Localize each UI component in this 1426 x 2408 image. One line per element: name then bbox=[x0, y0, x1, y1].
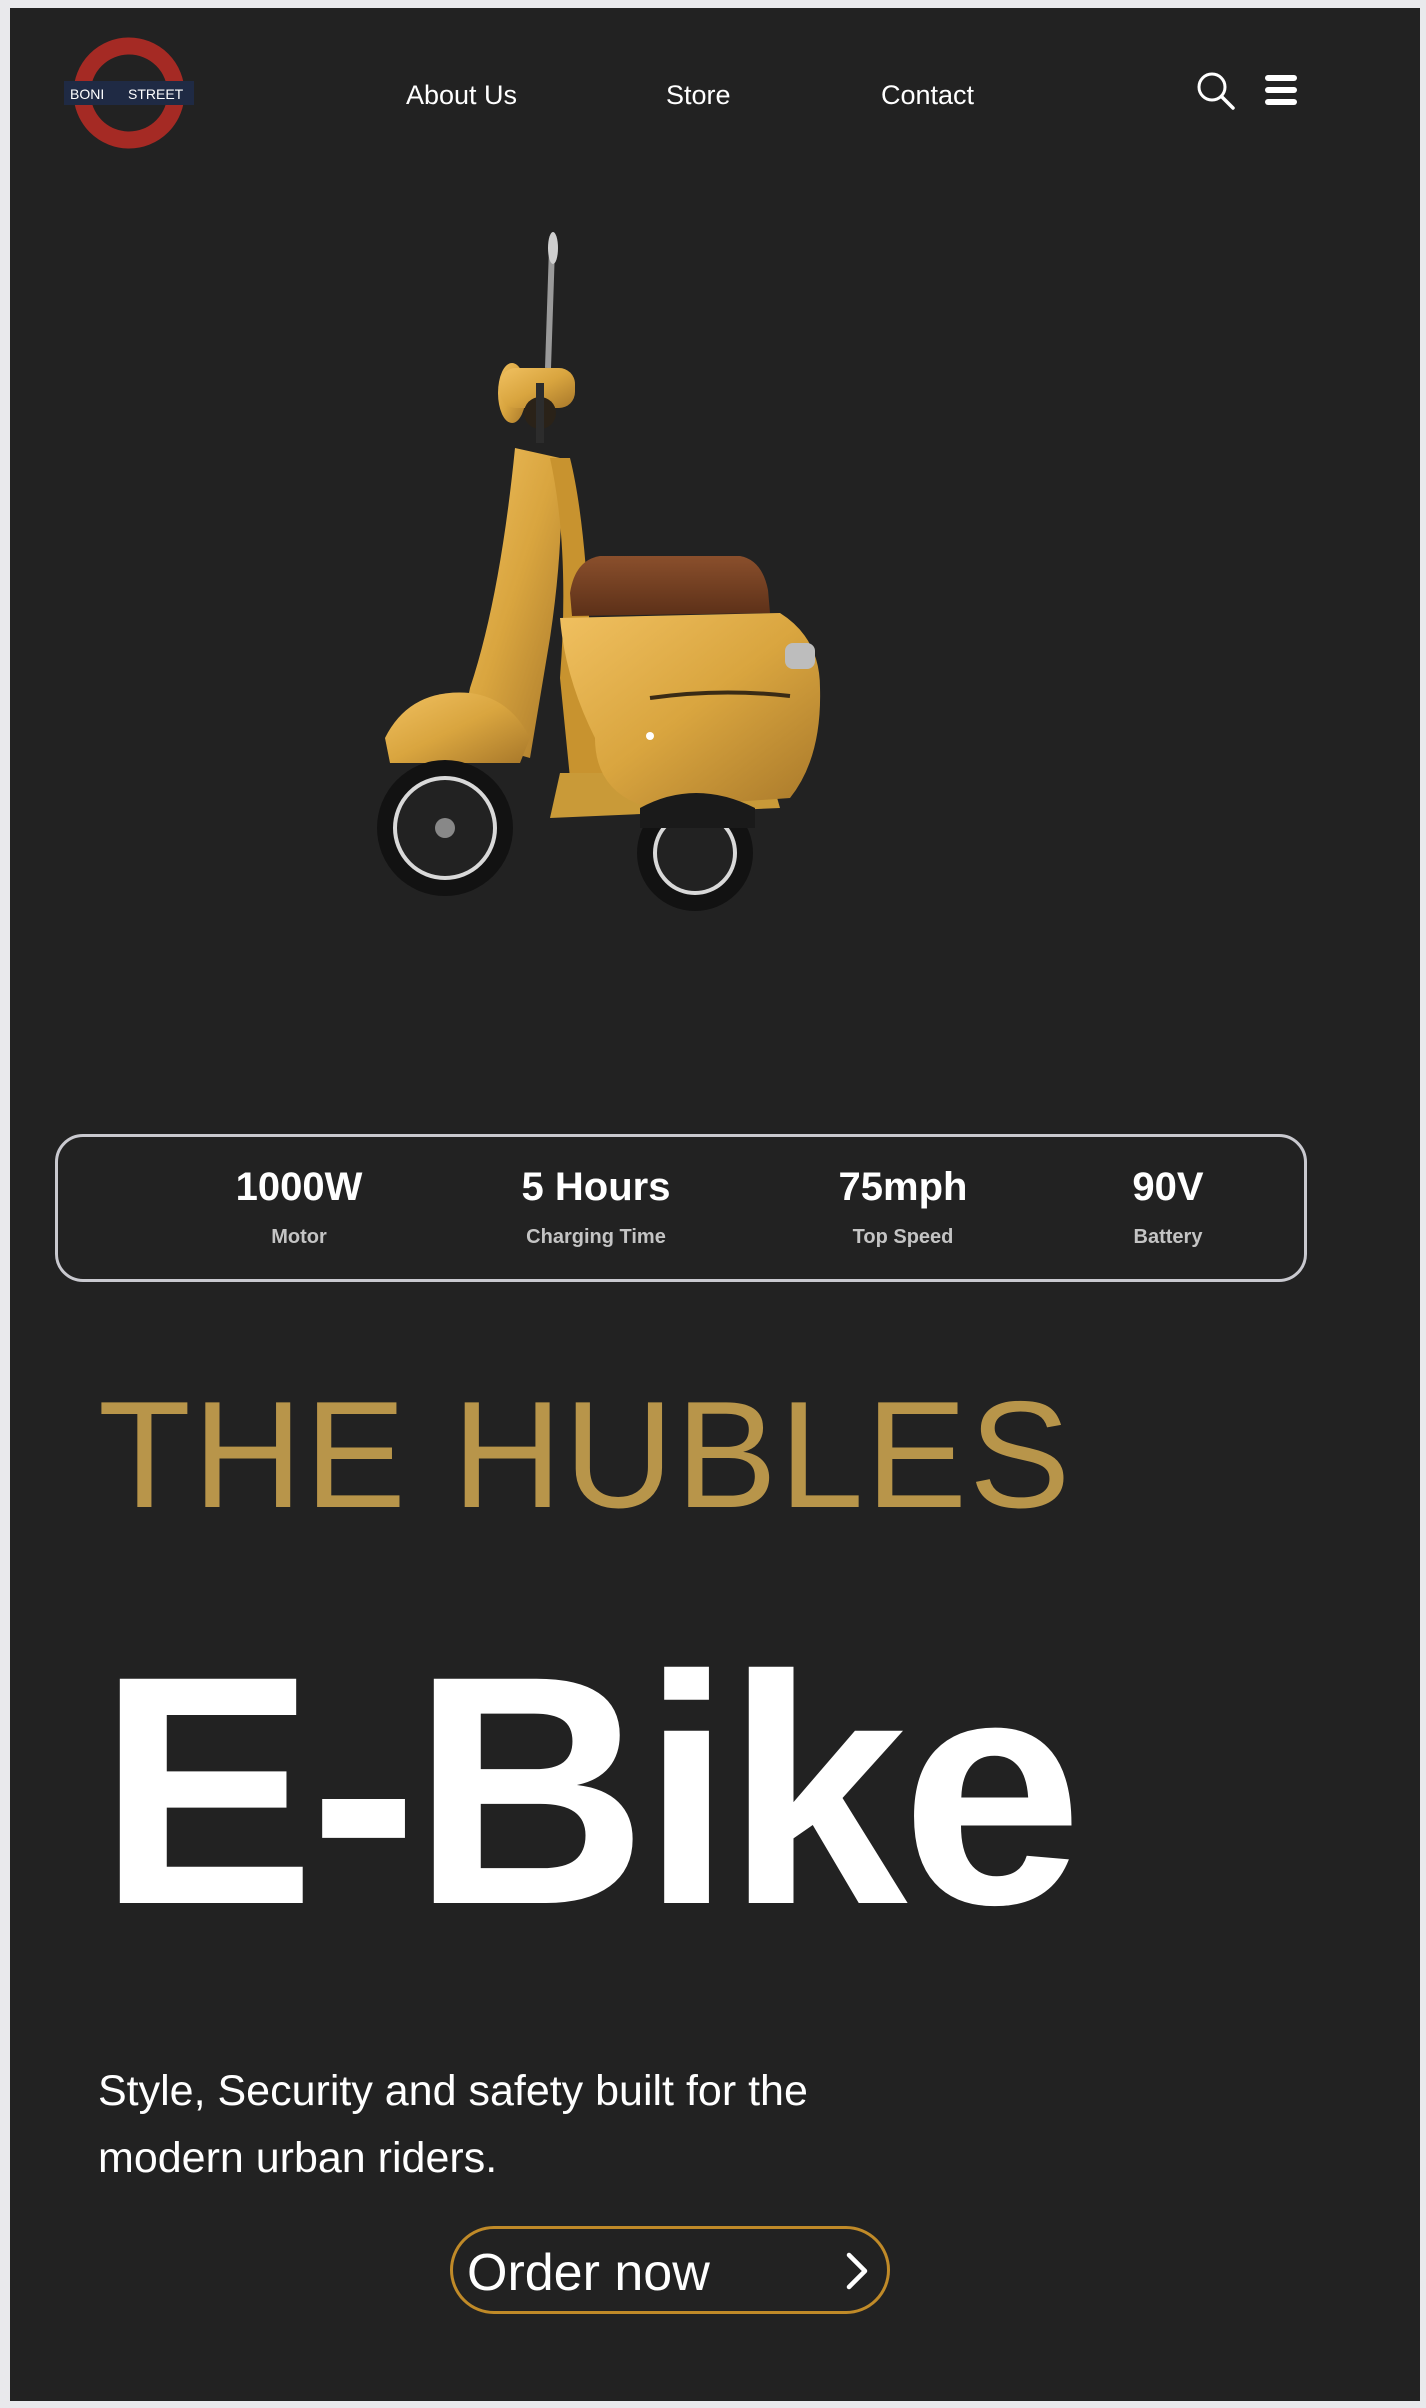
spec-battery: 90V Battery bbox=[1038, 1137, 1298, 1279]
svg-text:BONI: BONI bbox=[70, 86, 104, 102]
order-now-label: Order now bbox=[467, 2244, 710, 2302]
spec-label: Battery bbox=[1133, 1226, 1203, 1248]
menu-icon[interactable] bbox=[1263, 72, 1299, 108]
spec-value: 1000W bbox=[235, 1165, 363, 1209]
spec-label: Charging Time bbox=[526, 1226, 666, 1248]
nav-about-us[interactable]: About Us bbox=[406, 80, 517, 111]
page-frame: BONI STREET About Us Store Contact 1000W… bbox=[10, 8, 1420, 2401]
chevron-right-icon bbox=[846, 2252, 868, 2290]
spec-value: 90V bbox=[1132, 1165, 1204, 1209]
brand-logo[interactable]: BONI STREET bbox=[64, 34, 194, 152]
product-title: E-Bike bbox=[98, 1609, 1083, 1973]
search-icon[interactable] bbox=[1195, 70, 1237, 112]
spec-label: Top Speed bbox=[852, 1226, 954, 1248]
brand-title: THE HUBLES bbox=[98, 1370, 1073, 1540]
spec-top-speed: 75mph Top Speed bbox=[773, 1137, 1033, 1279]
scooter-image bbox=[377, 232, 821, 911]
spec-charging-time: 5 Hours Charging Time bbox=[466, 1137, 726, 1279]
specs-panel: 1000W Motor 5 Hours Charging Time 75mph … bbox=[55, 1134, 1307, 1282]
spec-label: Motor bbox=[271, 1226, 327, 1248]
order-now-button[interactable]: Order now bbox=[450, 2226, 890, 2314]
spec-value: 5 Hours bbox=[521, 1165, 671, 1209]
nav-contact[interactable]: Contact bbox=[881, 80, 974, 111]
tagline: Style, Security and safety built for the… bbox=[98, 2067, 808, 2182]
nav-store[interactable]: Store bbox=[666, 80, 731, 111]
svg-text:STREET: STREET bbox=[128, 86, 184, 102]
spec-motor: 1000W Motor bbox=[169, 1137, 429, 1279]
spec-value: 75mph bbox=[838, 1165, 968, 1209]
